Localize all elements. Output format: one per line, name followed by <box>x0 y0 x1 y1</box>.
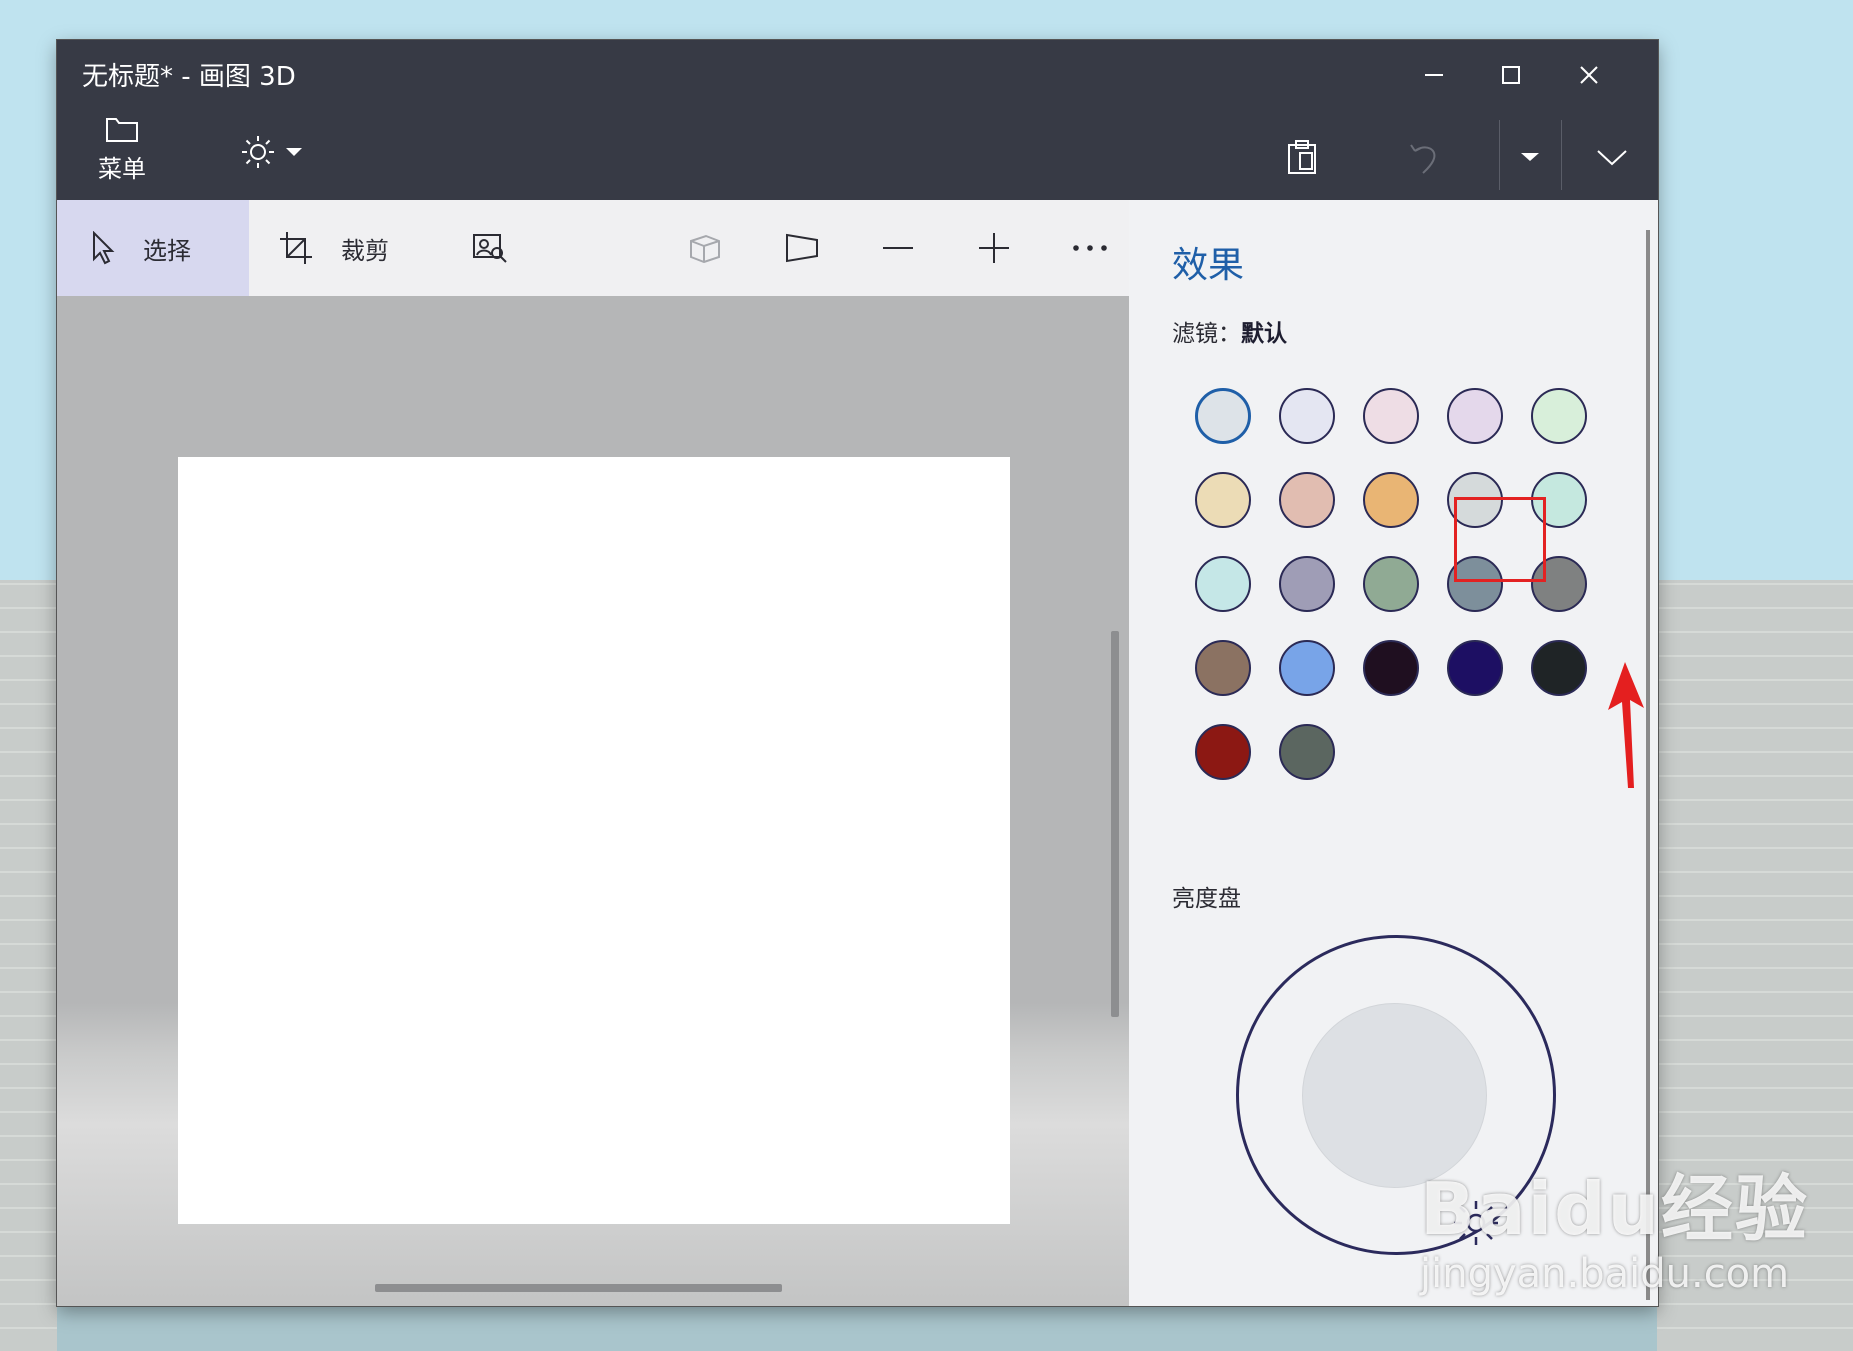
menu-label: 菜单 <box>98 155 146 183</box>
horizontal-scrollbar[interactable] <box>375 1284 782 1292</box>
paste-button[interactable] <box>1277 132 1327 182</box>
perspective-tool[interactable] <box>777 223 827 273</box>
filter-swatch[interactable] <box>1279 388 1335 444</box>
drawing-canvas[interactable] <box>178 457 1010 1224</box>
magic-select-icon <box>473 234 507 263</box>
paste-icon <box>1288 140 1316 174</box>
brightness-dropdown[interactable] <box>240 132 320 172</box>
canvas-area[interactable] <box>57 296 1129 1306</box>
crop-label: 裁剪 <box>341 236 389 265</box>
crop-icon <box>280 232 312 264</box>
caret-down-icon <box>286 148 302 156</box>
panel-title: 效果 <box>1172 245 1245 286</box>
filter-swatch[interactable] <box>1447 388 1503 444</box>
perspective-icon <box>786 233 818 263</box>
separator <box>1561 120 1562 190</box>
filter-swatch[interactable] <box>1279 472 1335 528</box>
filter-swatch[interactable] <box>1279 556 1335 612</box>
filter-swatch[interactable] <box>1195 724 1251 780</box>
watermark-url: jingyan.baidu.com <box>1420 1251 1790 1297</box>
filter-swatch[interactable] <box>1363 556 1419 612</box>
filter-swatch[interactable] <box>1279 724 1335 780</box>
tool-row: 选择 裁剪 <box>57 200 1129 296</box>
undo-button[interactable] <box>1399 132 1449 182</box>
maximize-button[interactable] <box>1481 50 1541 100</box>
filter-swatch[interactable] <box>1447 640 1503 696</box>
vertical-scrollbar[interactable] <box>1111 631 1119 1017</box>
filter-prefix: 滤镜： <box>1172 321 1241 347</box>
magic-select-tool[interactable] <box>465 223 515 273</box>
title-bar: 无标题* - 画图 3D 菜单 <box>57 40 1658 200</box>
undo-icon <box>1410 144 1436 174</box>
filter-swatch[interactable] <box>1195 640 1251 696</box>
filter-swatch[interactable] <box>1531 640 1587 696</box>
filter-swatch[interactable] <box>1363 640 1419 696</box>
window-title: 无标题* - 画图 3D <box>82 62 296 92</box>
expand-ribbon-button[interactable] <box>1587 132 1637 182</box>
annotation-highlight-box <box>1454 497 1546 582</box>
close-button[interactable] <box>1559 50 1619 100</box>
cursor-icon <box>93 231 115 265</box>
zoom-out-button[interactable] <box>873 223 923 273</box>
expand-chevron-icon <box>1597 150 1627 166</box>
filter-swatch[interactable] <box>1363 388 1419 444</box>
watermark: Baidu经验 jingyan.baidu.com <box>1420 1150 1809 1297</box>
crop-tool[interactable]: 裁剪 <box>279 200 389 296</box>
redo-dropdown-button[interactable] <box>1505 132 1555 182</box>
more-icon <box>1073 245 1107 251</box>
folder-icon <box>106 118 138 142</box>
separator <box>1499 120 1500 190</box>
filter-swatch[interactable] <box>1363 472 1419 528</box>
dropdown-icon <box>1521 153 1539 161</box>
filter-swatch[interactable] <box>1195 472 1251 528</box>
filter-swatch[interactable] <box>1279 640 1335 696</box>
select-tool[interactable]: 选择 <box>57 200 249 296</box>
minimize-icon <box>1425 74 1443 76</box>
zoom-in-button[interactable] <box>969 223 1019 273</box>
maximize-icon <box>1502 66 1520 84</box>
menu-button[interactable]: 菜单 <box>87 115 157 184</box>
minimize-button[interactable] <box>1404 50 1464 100</box>
3d-view-icon <box>690 234 720 263</box>
light-dial-label: 亮度盘 <box>1172 886 1241 912</box>
filter-swatch[interactable] <box>1195 556 1251 612</box>
filter-value: 默认 <box>1241 321 1287 347</box>
more-button[interactable] <box>1065 223 1115 273</box>
background-glass <box>57 1306 1657 1351</box>
close-icon <box>1580 66 1598 84</box>
sun-icon <box>242 136 274 168</box>
watermark-logo: Baidu经验 <box>1420 1167 1809 1251</box>
annotation-arrow-icon <box>1608 662 1644 788</box>
filter-status: 滤镜：默认 <box>1172 314 1287 348</box>
select-label: 选择 <box>143 236 191 265</box>
zoom-in-icon <box>979 233 1009 263</box>
filter-swatch[interactable] <box>1195 388 1251 444</box>
3d-view-tool[interactable] <box>680 223 730 273</box>
filter-swatch[interactable] <box>1531 388 1587 444</box>
background-wall-left <box>0 580 57 1351</box>
zoom-out-icon <box>883 247 913 249</box>
